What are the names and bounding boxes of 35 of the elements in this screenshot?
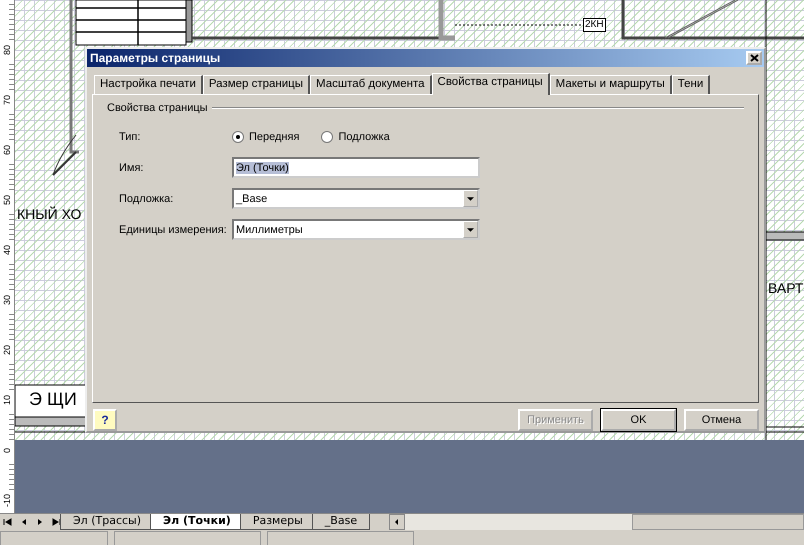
tab[interactable]: Размер страницы [202, 75, 310, 94]
radio-label[interactable]: Передняя [249, 130, 300, 142]
tab[interactable]: Настройка печати [94, 75, 203, 94]
close-icon [750, 54, 758, 62]
field-label: Единицы измерения: [119, 224, 228, 236]
room-label: КНЫЙ ХО [17, 207, 82, 221]
radio-button[interactable] [232, 130, 244, 142]
page-tab[interactable]: _Base [312, 514, 370, 530]
radio-button[interactable] [321, 130, 334, 142]
tab[interactable]: Макеты и маршруты [550, 75, 672, 94]
help-button[interactable]: ? [93, 409, 117, 431]
field-label: Подложка: [119, 192, 174, 204]
tab[interactable]: Тени [672, 75, 710, 94]
first-page-icon[interactable] [2, 516, 14, 528]
close-button[interactable] [746, 51, 762, 65]
caret-icon [467, 196, 474, 200]
room-label: ВАРТ [768, 281, 804, 295]
scroll-left-icon[interactable] [389, 514, 405, 530]
dialog-button[interactable]: Отмена [684, 409, 759, 431]
equipment-tag: 2КН [583, 18, 606, 32]
horizontal-scrollbar[interactable] [389, 514, 804, 530]
field-label: Имя: [119, 162, 144, 174]
dropdown[interactable]: Миллиметры [232, 219, 480, 240]
group-title: Свойства страницы [107, 102, 208, 114]
radio-label[interactable]: Подложка [338, 130, 390, 142]
dialog-button[interactable]: OK [601, 409, 676, 431]
dialog-title: Параметры страницы [90, 51, 220, 65]
name-field[interactable]: Эл (Точки) [232, 157, 480, 178]
dropdown[interactable]: _Base [232, 188, 480, 209]
caret-icon [467, 228, 474, 232]
last-page-icon[interactable] [50, 516, 62, 528]
tab[interactable]: Свойства страницы [432, 73, 550, 95]
field-label: Тип: [119, 130, 142, 142]
dialog-button: Применить [518, 409, 593, 431]
room-label: Э ЩИ [29, 390, 77, 408]
